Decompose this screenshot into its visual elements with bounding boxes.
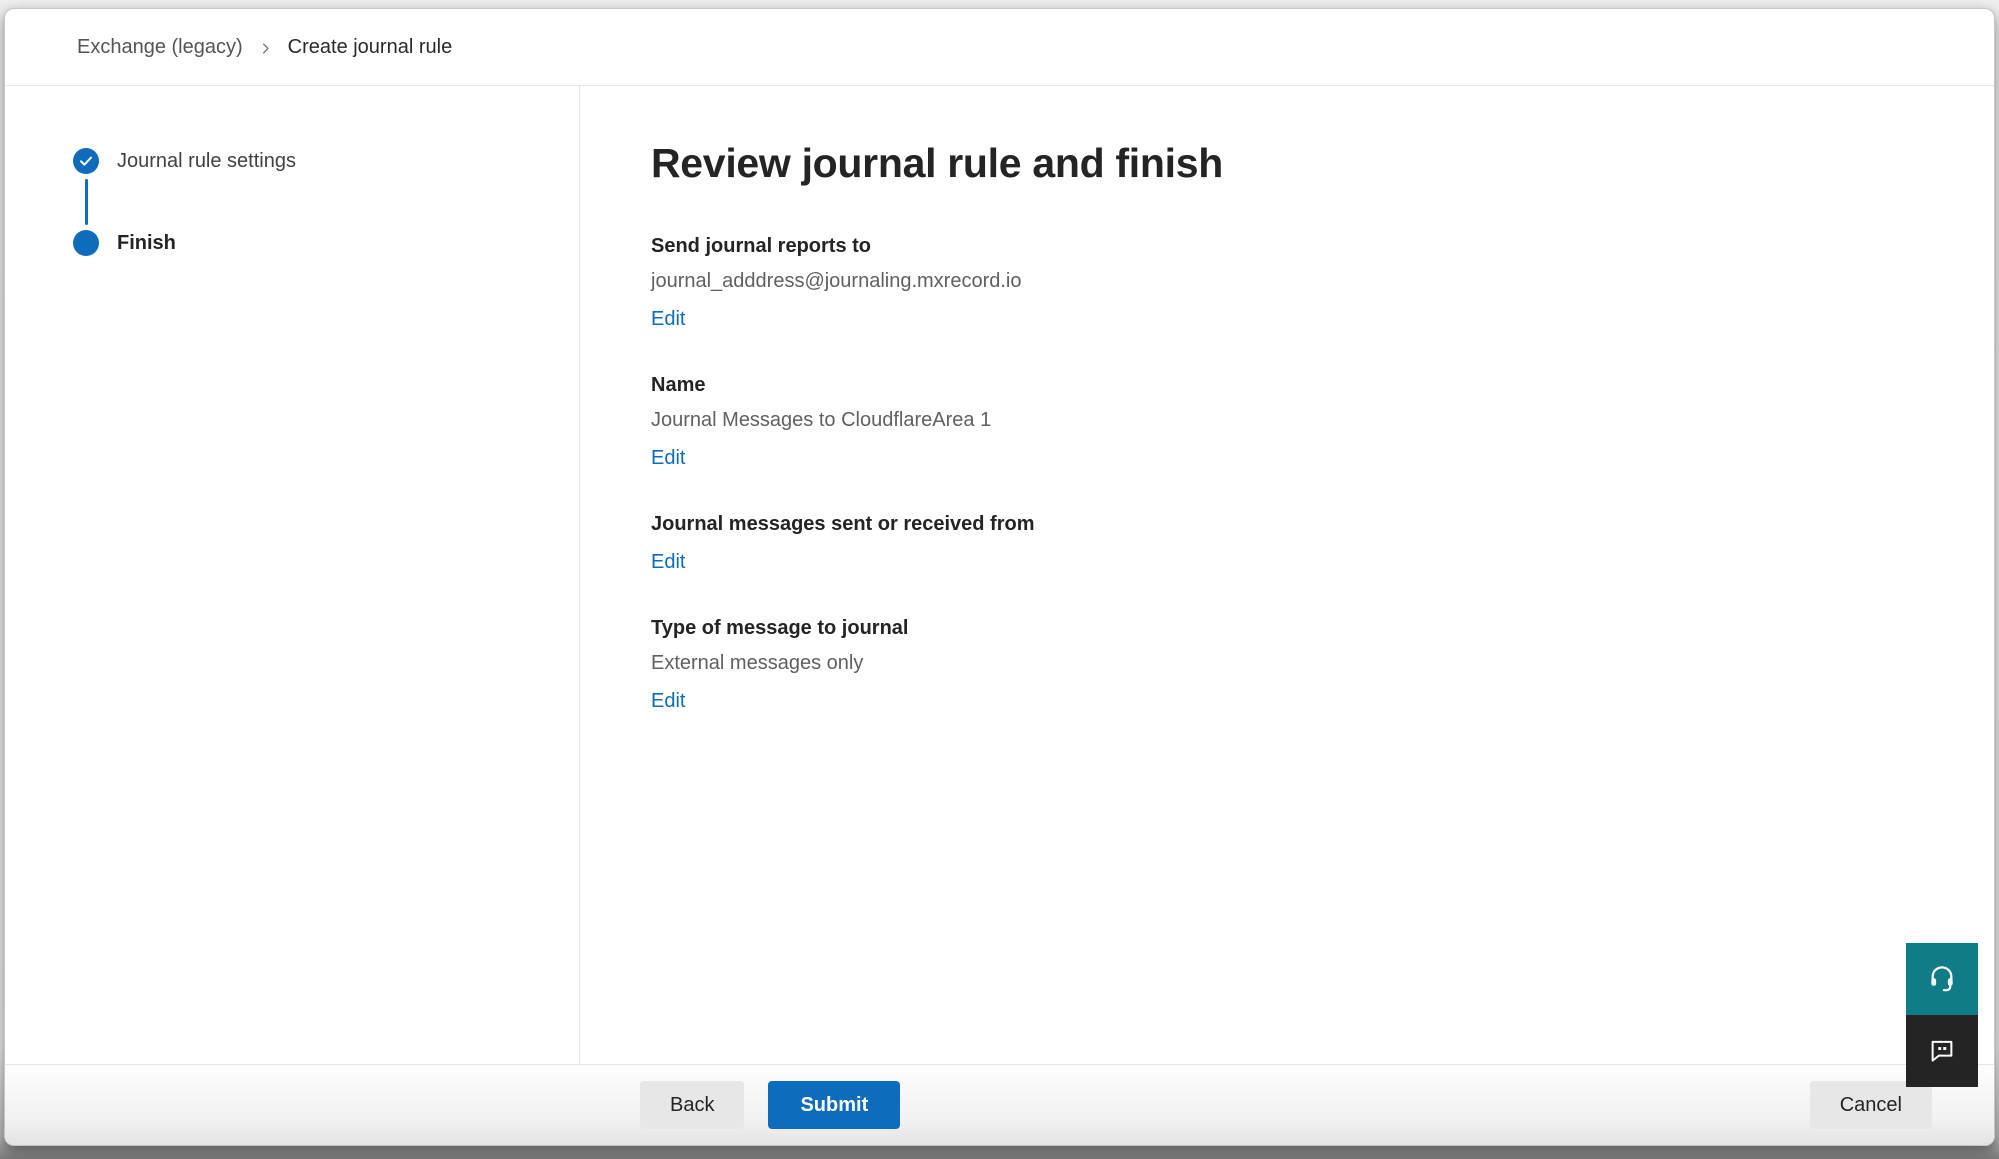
- review-section-message-type: Type of message to journal External mess…: [651, 615, 1934, 714]
- review-section-send-journal-reports: Send journal reports to journal_adddress…: [651, 233, 1934, 332]
- submit-button[interactable]: Submit: [768, 1081, 900, 1129]
- wizard-step-finish[interactable]: Finish: [73, 230, 579, 256]
- edit-journal-messages-scope-link[interactable]: Edit: [651, 549, 685, 575]
- review-section-name: Name Journal Messages to CloudflareArea …: [651, 372, 1934, 471]
- review-section-journal-messages-scope: Journal messages sent or received from E…: [651, 511, 1934, 575]
- headset-icon: [1926, 962, 1958, 997]
- wizard-steps-panel: Journal rule settings Finish: [5, 86, 580, 1064]
- step-connector-line: [85, 179, 88, 225]
- section-label: Name: [651, 372, 1934, 398]
- review-pane: Review journal rule and finish Send jour…: [580, 86, 1994, 1064]
- footer-primary-actions: Back Submit: [640, 1081, 900, 1129]
- feedback-button[interactable]: [1906, 1015, 1978, 1087]
- cancel-button[interactable]: Cancel: [1810, 1081, 1932, 1129]
- feedback-icon: [1927, 1035, 1957, 1068]
- step-label: Finish: [117, 232, 176, 255]
- breadcrumb-current: Create journal rule: [288, 36, 453, 59]
- floating-action-stack: [1906, 943, 1978, 1087]
- section-label: Send journal reports to: [651, 233, 1934, 259]
- wizard-step-journal-rule-settings[interactable]: Journal rule settings: [73, 148, 579, 174]
- content-row: Journal rule settings Finish Review jour…: [5, 86, 1994, 1064]
- chevron-right-icon: [258, 41, 273, 56]
- back-button[interactable]: Back: [640, 1081, 744, 1129]
- breadcrumb: Exchange (legacy) Create journal rule: [77, 36, 452, 59]
- message-type-value: External messages only: [651, 650, 1934, 676]
- section-label: Journal messages sent or received from: [651, 511, 1934, 537]
- edit-name-link[interactable]: Edit: [651, 445, 685, 471]
- section-label: Type of message to journal: [651, 615, 1934, 641]
- page-title: Review journal rule and finish: [651, 140, 1934, 187]
- breadcrumb-bar: Exchange (legacy) Create journal rule: [5, 9, 1994, 86]
- breadcrumb-exchange-legacy[interactable]: Exchange (legacy): [77, 36, 243, 59]
- rule-name-value: Journal Messages to CloudflareArea 1: [651, 407, 1934, 433]
- wizard-footer: Back Submit Cancel: [5, 1064, 1994, 1145]
- edit-send-journal-reports-link[interactable]: Edit: [651, 306, 685, 332]
- support-button[interactable]: [1906, 943, 1978, 1015]
- app-window: Exchange (legacy) Create journal rule Jo…: [4, 8, 1995, 1146]
- journal-report-address-value: journal_adddress@journaling.mxrecord.io: [651, 268, 1934, 294]
- edit-message-type-link[interactable]: Edit: [651, 688, 685, 714]
- step-current-dot-icon: [73, 230, 99, 256]
- step-complete-check-icon: [73, 148, 99, 174]
- step-label: Journal rule settings: [117, 150, 296, 173]
